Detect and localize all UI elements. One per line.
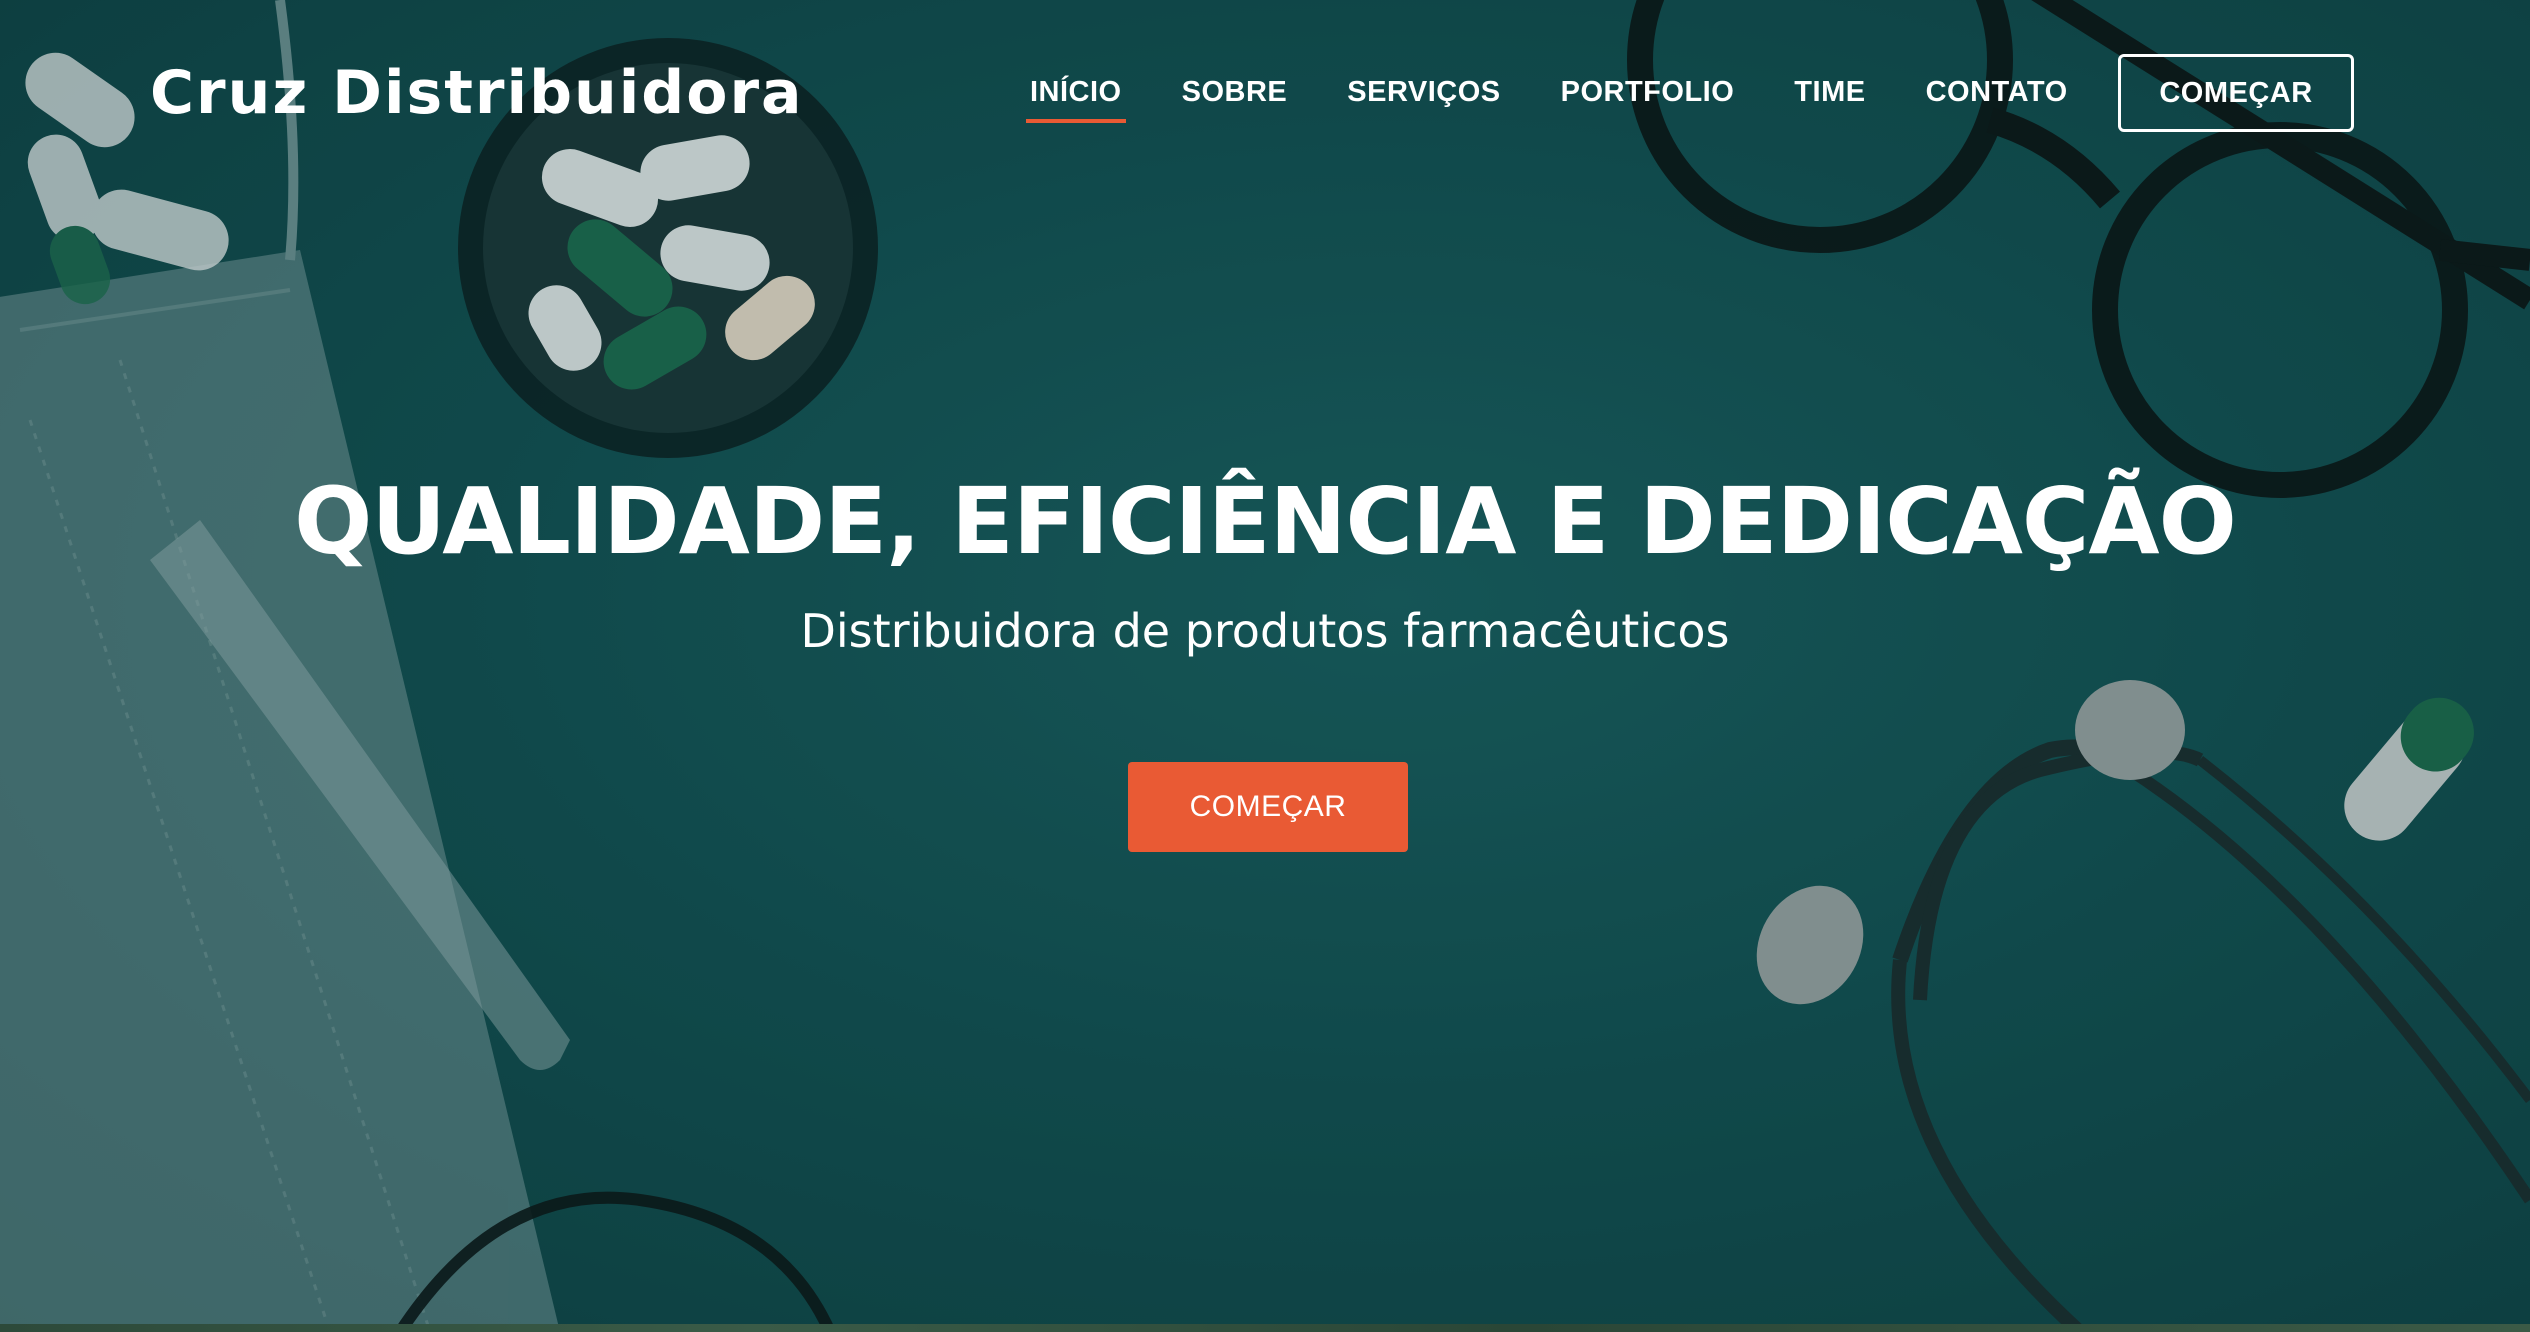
nav-item-contato[interactable]: CONTATO — [1926, 76, 2068, 123]
brand-logo[interactable]: Cruz Distribuidora — [150, 58, 804, 128]
nav-item-time[interactable]: TIME — [1794, 76, 1865, 123]
hero-start-button[interactable]: COMEÇAR — [1128, 762, 1408, 852]
hero-subheadline: Distribuidora de produtos farmacêuticos — [800, 604, 1730, 658]
nav-item-sobre[interactable]: SOBRE — [1182, 76, 1288, 123]
main-nav: INÍCIO SOBRE SERVIÇOS PORTFOLIO TIME CON… — [1026, 76, 2128, 123]
hero-headline: QUALIDADE, EFICIÊNCIA E DEDICAÇÃO — [294, 468, 2237, 575]
next-section-edge — [0, 1324, 2530, 1332]
nav-item-inicio[interactable]: INÍCIO — [1026, 76, 1126, 123]
nav-item-portfolio[interactable]: PORTFOLIO — [1561, 76, 1735, 123]
header-start-button[interactable]: COMEÇAR — [2118, 54, 2354, 132]
hero-section: Cruz Distribuidora INÍCIO SOBRE SERVIÇOS… — [0, 0, 2530, 1332]
hero-overlay — [0, 0, 2530, 1332]
nav-item-servicos[interactable]: SERVIÇOS — [1347, 76, 1500, 123]
